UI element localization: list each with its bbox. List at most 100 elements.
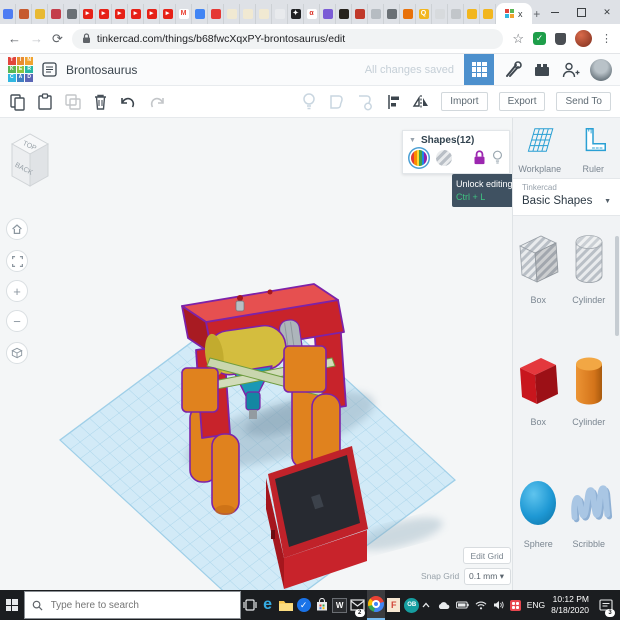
design-menu-icon[interactable] bbox=[42, 62, 57, 77]
task-view-button[interactable] bbox=[241, 590, 259, 620]
redo-icon[interactable] bbox=[148, 94, 166, 110]
edge-app[interactable]: e bbox=[259, 590, 277, 620]
file-explorer-app[interactable] bbox=[277, 590, 295, 620]
browser-tab-doc-faint-1[interactable] bbox=[224, 4, 240, 24]
fit-view-button[interactable] bbox=[6, 250, 28, 272]
import-button[interactable]: Import bbox=[441, 92, 487, 111]
codeblocks-icon[interactable] bbox=[533, 62, 551, 78]
category-dropdown[interactable]: Basic Shapes ▼ bbox=[522, 195, 611, 207]
shape-red-box[interactable]: Box bbox=[513, 354, 564, 476]
browser-menu-icon[interactable]: ⋮ bbox=[601, 32, 612, 45]
user-avatar[interactable] bbox=[590, 59, 612, 81]
view-cube[interactable]: TOP BACK bbox=[6, 128, 54, 194]
browser-tab-flag-red[interactable] bbox=[352, 4, 368, 24]
ob-app[interactable]: OB bbox=[403, 590, 421, 620]
search-input[interactable] bbox=[49, 599, 233, 612]
browser-tab-youtube-3[interactable]: ▸ bbox=[112, 4, 128, 24]
taskbar-clock[interactable]: 10:12 PM 8/18/2020 bbox=[551, 594, 589, 615]
shape-hole-cylinder[interactable]: Cylinder bbox=[564, 232, 615, 354]
3d-design-button[interactable] bbox=[464, 54, 494, 85]
close-button[interactable]: ✕ bbox=[594, 0, 620, 24]
invite-person-icon[interactable] bbox=[561, 61, 580, 79]
volume-icon[interactable] bbox=[493, 600, 504, 610]
group-icon[interactable] bbox=[327, 93, 345, 111]
browser-tab-pencil-gray[interactable] bbox=[368, 4, 384, 24]
forward-icon[interactable]: → bbox=[30, 32, 43, 45]
language-indicator[interactable]: ENG bbox=[527, 600, 545, 610]
browser-tab-gmail[interactable]: M bbox=[176, 4, 192, 24]
perspective-toggle-button[interactable] bbox=[6, 342, 28, 364]
chrome-app[interactable] bbox=[367, 590, 385, 620]
browser-tab-doc-light[interactable] bbox=[272, 4, 288, 24]
mail-app[interactable]: 2 bbox=[349, 590, 367, 620]
align-icon[interactable] bbox=[385, 93, 401, 111]
browser-tab-person-yellow-2[interactable] bbox=[480, 4, 496, 24]
copy-icon[interactable] bbox=[9, 93, 26, 111]
taskbar-search[interactable] bbox=[24, 591, 241, 619]
browser-tab-youtube-6[interactable]: ▸ bbox=[160, 4, 176, 24]
browser-tab-globe-2[interactable] bbox=[384, 4, 400, 24]
browser-tab-youtube-2[interactable]: ▸ bbox=[96, 4, 112, 24]
duplicate-icon[interactable] bbox=[64, 93, 82, 111]
browser-tab-purple-app[interactable] bbox=[320, 4, 336, 24]
ruler-tool[interactable]: Ruler bbox=[567, 124, 620, 174]
onedrive-cloud-icon[interactable] bbox=[437, 601, 450, 610]
browser-tab-target-dark[interactable] bbox=[336, 4, 352, 24]
browser-tab-grid-red[interactable] bbox=[208, 4, 224, 24]
shape-orange-cylinder[interactable]: Cylinder bbox=[564, 354, 615, 476]
security-tray-icon[interactable] bbox=[510, 600, 521, 611]
browser-tab-docs-blue[interactable] bbox=[0, 4, 16, 24]
minimize-button[interactable] bbox=[542, 0, 568, 24]
edit-grid-button[interactable]: Edit Grid bbox=[463, 547, 511, 564]
browser-tab-youtube-5[interactable]: ▸ bbox=[144, 4, 160, 24]
workplane-tool[interactable]: Workplane bbox=[513, 124, 567, 174]
mirror-icon[interactable] bbox=[412, 93, 430, 111]
browser-tab-alpha-red[interactable]: α bbox=[304, 4, 320, 24]
active-browser-tab[interactable]: x bbox=[496, 3, 532, 24]
w-app[interactable]: W bbox=[331, 590, 349, 620]
browser-tab-person-yellow-1[interactable] bbox=[464, 4, 480, 24]
show-all-bulb-icon[interactable] bbox=[302, 92, 316, 111]
shape-scribble[interactable]: Scribble bbox=[564, 476, 615, 598]
send-to-button[interactable]: Send To bbox=[556, 92, 611, 111]
home-view-button[interactable] bbox=[6, 218, 28, 240]
circuits-icon[interactable] bbox=[504, 60, 523, 79]
reload-icon[interactable]: ⟳ bbox=[52, 32, 63, 45]
new-tab-button[interactable]: + bbox=[532, 4, 543, 24]
browser-tab-outlook[interactable] bbox=[16, 4, 32, 24]
browser-tab-doc-faint-2[interactable] bbox=[240, 4, 256, 24]
zoom-in-button[interactable]: + bbox=[6, 280, 28, 302]
tray-chevron-icon[interactable] bbox=[421, 601, 431, 609]
maximize-button[interactable] bbox=[568, 0, 594, 24]
paste-icon[interactable] bbox=[37, 93, 53, 111]
ungroup-icon[interactable] bbox=[356, 93, 374, 111]
browser-tab-youtube-1[interactable]: ▸ bbox=[80, 4, 96, 24]
tinkercad-logo[interactable]: TIN KER CAD bbox=[8, 57, 33, 82]
browser-tab-card-gray[interactable] bbox=[432, 4, 448, 24]
export-button[interactable]: Export bbox=[499, 92, 546, 111]
browser-tab-glyph-gray[interactable] bbox=[448, 4, 464, 24]
back-icon[interactable]: ← bbox=[8, 32, 21, 45]
browser-tab-paperclip[interactable] bbox=[32, 4, 48, 24]
browser-profile-avatar[interactable] bbox=[575, 30, 592, 47]
browser-tab-youtube-4[interactable]: ▸ bbox=[128, 4, 144, 24]
omnibox[interactable]: tinkercad.com/things/b68fwcXqxPY-brontos… bbox=[72, 29, 503, 49]
undo-icon[interactable] bbox=[119, 94, 137, 110]
browser-tab-doc-faint-3[interactable] bbox=[256, 4, 272, 24]
browser-tab-globe-1[interactable] bbox=[64, 4, 80, 24]
store-app[interactable] bbox=[313, 590, 331, 620]
browser-tab-q-yellow[interactable]: Q bbox=[416, 4, 432, 24]
browser-tab-star-black[interactable]: ✦ bbox=[288, 4, 304, 24]
bookmark-star-icon[interactable]: ☆ bbox=[512, 32, 524, 45]
browser-tab-onenote[interactable] bbox=[48, 4, 64, 24]
hole-swatch-icon[interactable] bbox=[436, 150, 452, 166]
snap-grid-select[interactable]: 0.1 mm ▾ bbox=[464, 568, 511, 585]
browser-tab-slides-blue[interactable] bbox=[192, 4, 208, 24]
hide-bulb-icon[interactable] bbox=[492, 149, 503, 166]
f-app[interactable]: F bbox=[385, 590, 403, 620]
action-center-button[interactable]: 3 bbox=[595, 590, 617, 620]
lock-editing-icon[interactable] bbox=[472, 149, 487, 166]
browser-tab-sheet-orange[interactable] bbox=[400, 4, 416, 24]
battery-icon[interactable] bbox=[456, 601, 469, 609]
defender-app[interactable]: ✓ bbox=[295, 590, 313, 620]
